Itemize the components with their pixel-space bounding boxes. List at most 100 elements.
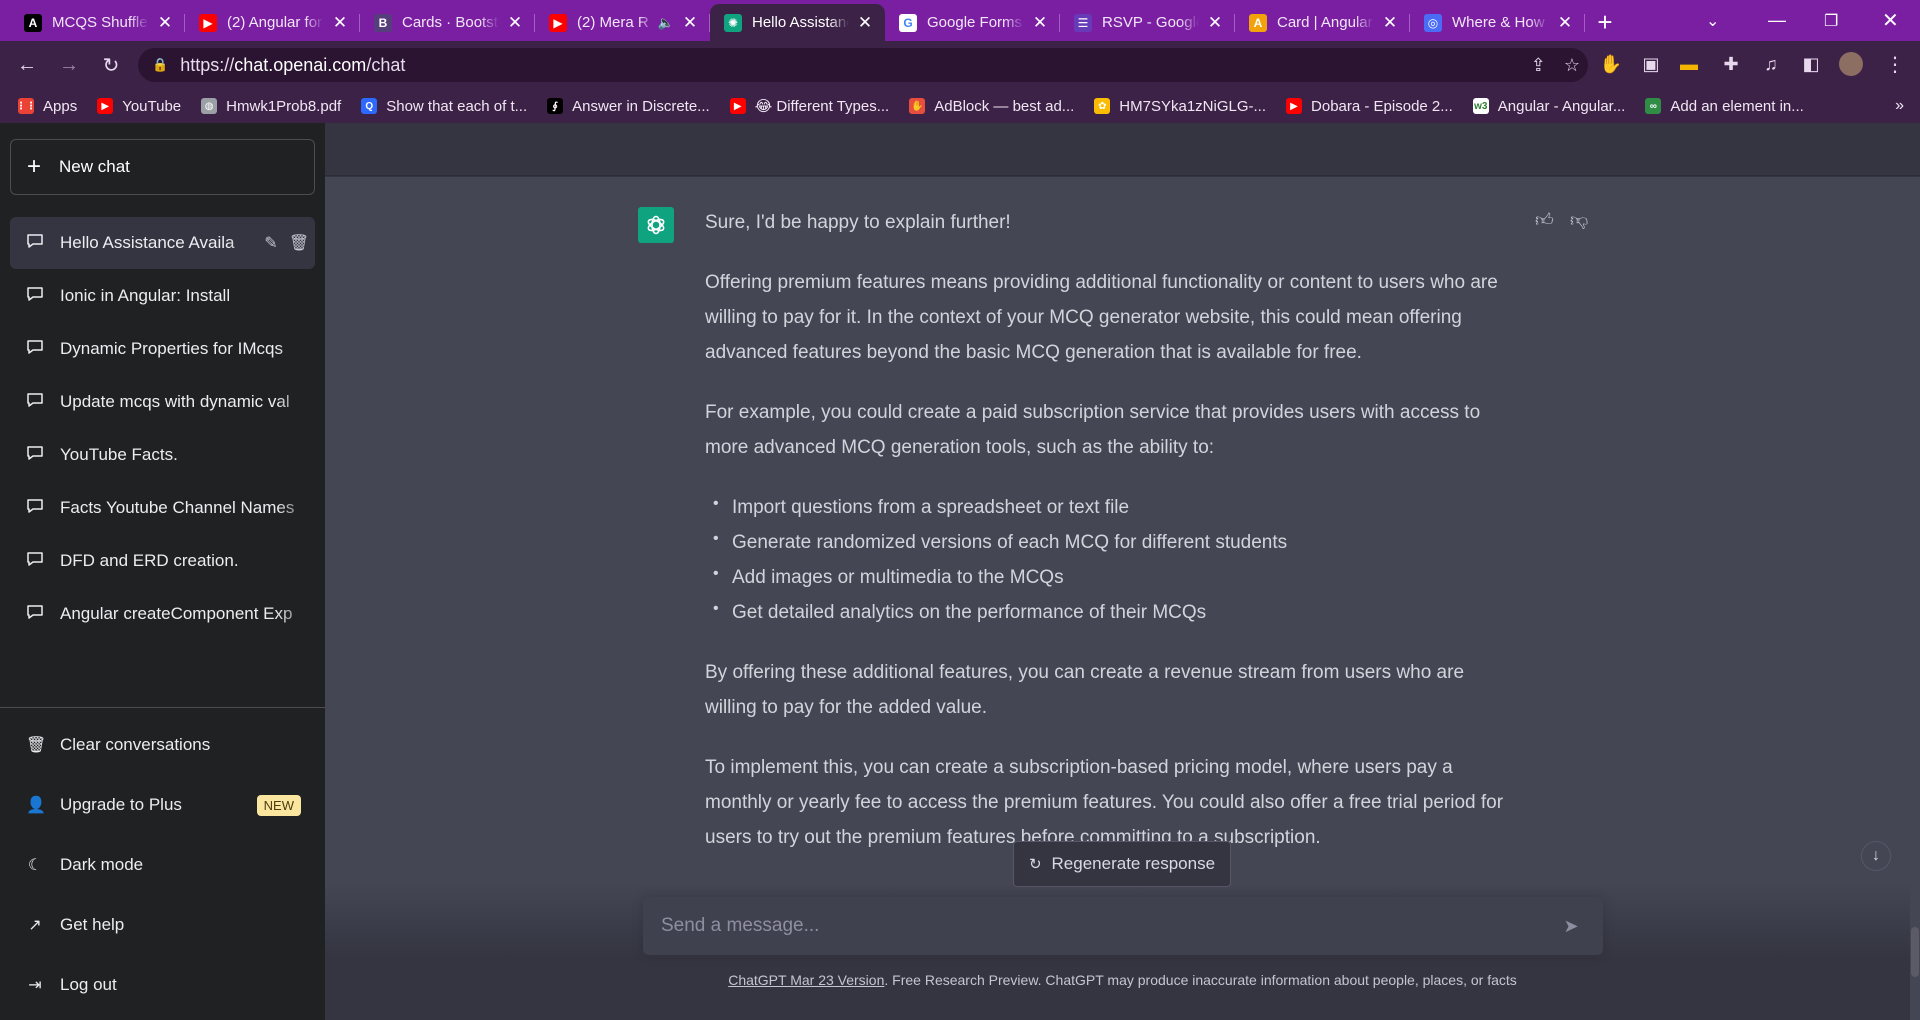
bookmark-item[interactable]: ▶ 😂 Different Types... bbox=[729, 97, 889, 115]
conversation-title: Hello Assistance Availa bbox=[60, 233, 235, 252]
conversation-item[interactable]: DFD and ERD creation. bbox=[10, 535, 315, 587]
reload-icon[interactable]: ↻ bbox=[94, 48, 128, 82]
tab-close-icon[interactable]: ✕ bbox=[330, 13, 350, 33]
tab-favicon-icon: ◎ bbox=[1424, 13, 1442, 32]
browser-tab[interactable]: A MCQS Shuffler ✕ bbox=[10, 4, 185, 41]
tab-close-icon[interactable]: ✕ bbox=[505, 13, 525, 33]
chat-bubble-icon bbox=[26, 338, 44, 361]
back-icon[interactable]: ← bbox=[10, 48, 44, 82]
tab-close-icon[interactable]: ✕ bbox=[155, 13, 175, 33]
browser-menu-icon[interactable]: ⋮ bbox=[1880, 49, 1910, 79]
delete-icon[interactable]: 🗑 bbox=[287, 233, 311, 253]
bookmark-item[interactable]: ⋮⋮ Apps bbox=[16, 97, 78, 115]
restore-icon[interactable]: ❐ bbox=[1824, 0, 1838, 41]
bookmark-item[interactable]: ◍ Hmwk1Prob8.pdf bbox=[201, 98, 341, 115]
thumbs-up-icon[interactable]: 👍︎ bbox=[1535, 209, 1554, 231]
new-chat-button[interactable]: + New chat bbox=[10, 139, 315, 195]
bookmark-item[interactable]: ✋ AdBlock — best ad... bbox=[909, 98, 1074, 115]
extensions-puzzle-icon[interactable]: ✚ bbox=[1716, 49, 1746, 79]
bookmark-item[interactable]: Q Show that each of t... bbox=[361, 98, 527, 115]
new-tab-button[interactable]: + bbox=[1585, 4, 1625, 41]
browser-tab[interactable]: ☰ RSVP - Google ✕ bbox=[1060, 4, 1235, 41]
tab-audio-icon[interactable]: 🔈 bbox=[658, 15, 674, 31]
conversation-item[interactable]: Hello Assistance Availa ✎ 🗑 bbox=[10, 217, 315, 269]
extension-icon[interactable]: ▣ bbox=[1636, 49, 1666, 79]
edit-icon[interactable]: ✎ bbox=[259, 233, 283, 253]
feature-list: Import questions from a spreadsheet or t… bbox=[705, 486, 1520, 630]
bookmark-item[interactable]: ▶ YouTube bbox=[97, 98, 181, 115]
conversation-item[interactable]: Facts Youtube Channel Names bbox=[10, 482, 315, 534]
upgrade-to-plus-button[interactable]: 👤 Upgrade to Plus NEW bbox=[10, 781, 315, 829]
tab-separator bbox=[1584, 14, 1585, 32]
url-text[interactable]: https://chat.openai.com/chat bbox=[180, 55, 405, 76]
conversation-item[interactable]: Update mcqs with dynamic val bbox=[10, 376, 315, 428]
adblock-extension-icon[interactable]: ✋ bbox=[1596, 49, 1626, 79]
scroll-to-bottom-button[interactable]: ↓ bbox=[1861, 841, 1891, 871]
conversation-item[interactable]: Ionic in Angular: Install bbox=[10, 270, 315, 322]
tab-close-icon[interactable]: ✕ bbox=[855, 13, 875, 33]
browser-tab[interactable]: B Cards · Bootstrap ✕ bbox=[360, 4, 535, 41]
new-chat-label: New chat bbox=[59, 157, 130, 176]
browser-tab[interactable]: G Google Forms ✕ bbox=[885, 4, 1060, 41]
external-link-icon: ↗ bbox=[28, 917, 42, 934]
w3schools-icon: w3 bbox=[1472, 98, 1489, 114]
regenerate-response-button[interactable]: ↻ Regenerate response bbox=[1013, 841, 1231, 887]
log-out-button[interactable]: ⇥ Log out bbox=[10, 961, 315, 1009]
bookmarks-overflow-icon[interactable]: » bbox=[1895, 97, 1904, 115]
tab-close-icon[interactable]: ✕ bbox=[1205, 13, 1225, 33]
tab-close-icon[interactable]: ✕ bbox=[1030, 13, 1050, 33]
lock-icon[interactable]: 🔒 bbox=[152, 57, 168, 73]
bookmarks-bar: ⋮⋮ Apps ▶ YouTube ◍ Hmwk1Prob8.pdf Q Show that … bbox=[0, 89, 1920, 123]
browser-tab[interactable]: ◎ Where & How ✕ bbox=[1410, 4, 1585, 41]
profile-avatar[interactable] bbox=[1836, 49, 1866, 79]
address-bar[interactable]: 🔒 https://chat.openai.com/chat ⇪ ☆ bbox=[138, 48, 1588, 82]
tab-favicon-icon: G bbox=[899, 13, 917, 32]
minimize-icon[interactable]: — bbox=[1768, 0, 1786, 41]
quora-icon: Q bbox=[361, 98, 378, 114]
thumbs-down-icon[interactable]: 👎︎ bbox=[1570, 209, 1588, 231]
conversation-title: Ionic in Angular: Install bbox=[60, 286, 231, 305]
conversation-item[interactable]: Dynamic Properties for IMcqs bbox=[10, 323, 315, 375]
browser-tab[interactable]: ▶ (2) Angular for ✕ bbox=[185, 4, 360, 41]
bookmark-item[interactable]: ∮ Answer in Discrete... bbox=[547, 98, 710, 115]
bookmark-item[interactable]: w3 Angular - Angular... bbox=[1472, 97, 1626, 115]
chat-scrollbar[interactable] bbox=[1910, 177, 1920, 1020]
forward-icon[interactable]: → bbox=[52, 48, 86, 82]
message-intro: Sure, I'd be happy to explain further! bbox=[705, 212, 1011, 233]
message-input[interactable] bbox=[643, 897, 1551, 955]
bookmark-item[interactable]: ∞ Add an element in... bbox=[1645, 98, 1804, 115]
tab-search-icon[interactable]: ⌄ bbox=[1706, 0, 1719, 41]
tab-title: Card | Angular bbox=[1277, 14, 1373, 31]
side-panel-icon[interactable]: ◧ bbox=[1796, 49, 1826, 79]
share-icon[interactable]: ⇪ bbox=[1531, 55, 1546, 76]
conversation-item[interactable]: Angular createComponent Exp bbox=[10, 588, 315, 640]
conversation-title: Dynamic Properties for IMcqs bbox=[60, 339, 283, 358]
bookmark-label: Angular - Angular... bbox=[1497, 97, 1626, 115]
tab-close-icon[interactable]: ✕ bbox=[1380, 13, 1400, 33]
browser-tab[interactable]: A Card | Angular ✕ bbox=[1235, 4, 1410, 41]
extension-car-icon[interactable]: ▬ bbox=[1674, 49, 1704, 79]
bookmark-label: Apps bbox=[43, 97, 78, 115]
browser-tab[interactable]: ✺ Hello Assistance ✕ bbox=[710, 4, 885, 41]
get-help-link[interactable]: ↗ Get help bbox=[10, 901, 315, 949]
youtube-icon: ▶ bbox=[729, 98, 746, 114]
close-window-icon[interactable]: ✕ bbox=[1882, 0, 1899, 41]
bookmark-star-icon[interactable]: ☆ bbox=[1564, 55, 1580, 76]
moon-icon: ☾ bbox=[27, 857, 43, 874]
tab-title: Hello Assistance bbox=[752, 14, 849, 31]
clear-conversations-button[interactable]: 🗑 Clear conversations bbox=[10, 721, 315, 769]
bookmark-item[interactable]: ✿ HM7SYka1zNiGLG-... bbox=[1094, 98, 1266, 115]
version-link[interactable]: ChatGPT Mar 23 Version bbox=[728, 972, 884, 988]
scrollbar-thumb[interactable] bbox=[1911, 927, 1919, 977]
media-control-icon[interactable]: ♫ bbox=[1756, 49, 1786, 79]
bookmark-item[interactable]: ▶ Dobara - Episode 2... bbox=[1286, 98, 1453, 115]
clear-conversations-label: Clear conversations bbox=[60, 735, 211, 754]
tab-close-icon[interactable]: ✕ bbox=[1555, 13, 1575, 33]
browser-tab[interactable]: ▶ (2) Mera R 🔈 ✕ bbox=[535, 4, 710, 41]
tab-close-icon[interactable]: ✕ bbox=[680, 13, 700, 33]
conversation-item[interactable]: YouTube Facts. bbox=[10, 429, 315, 481]
message-paragraph: Offering premium features means providin… bbox=[705, 272, 1498, 363]
bookmark-label: Show that each of t... bbox=[386, 97, 528, 115]
dark-mode-button[interactable]: ☾ Dark mode bbox=[10, 841, 315, 889]
send-icon[interactable]: ➤ bbox=[1551, 916, 1591, 937]
